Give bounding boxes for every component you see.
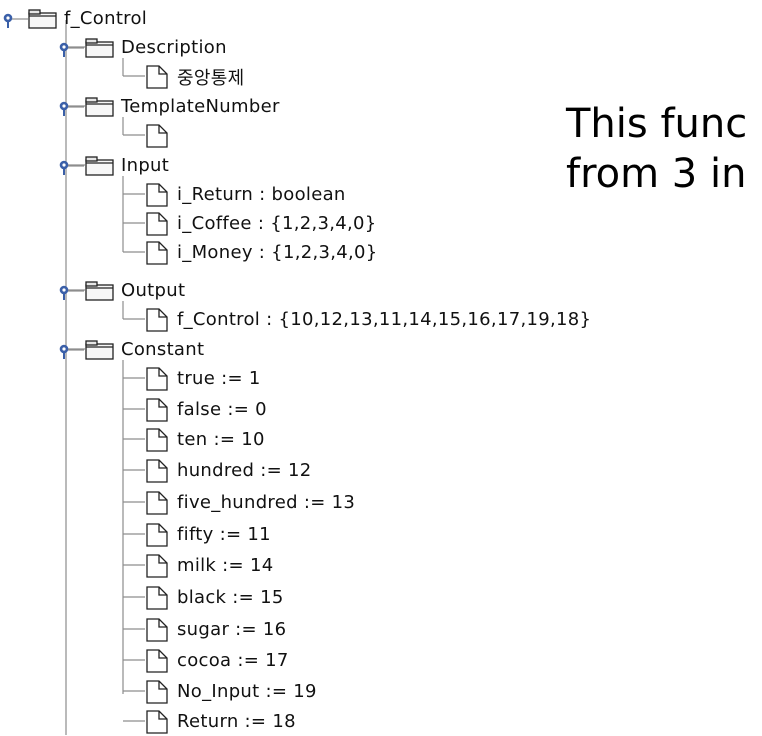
key-handle-icon	[59, 344, 84, 359]
tree-leaf-description-value[interactable]: 중앙통제	[146, 62, 244, 91]
tree-node-label: Description	[121, 37, 227, 58]
tree-leaf-input-item[interactable]: i_Return : boolean	[146, 180, 346, 209]
input-expand-handle[interactable]	[58, 159, 84, 175]
file-icon	[146, 522, 168, 547]
tree-node-templatenumber[interactable]: TemplateNumber	[85, 92, 280, 121]
tree-node-label: Input	[121, 155, 170, 176]
tree-leaf-constant-item[interactable]: false := 0	[146, 395, 267, 424]
tree-leaf-label: black := 15	[177, 587, 284, 608]
tree-leaf-output-item[interactable]: f_Control : {10,12,13,11,14,15,16,17,19,…	[146, 305, 591, 334]
file-icon	[146, 458, 168, 483]
file-icon	[146, 709, 168, 734]
folder-icon	[85, 37, 114, 58]
tree-leaf-constant-item[interactable]: No_Input := 19	[146, 677, 317, 706]
key-handle-icon	[3, 13, 28, 28]
tree-leaf-label: i_Coffee : {1,2,3,4,0}	[177, 213, 377, 234]
tree-leaf-templatenumber-value[interactable]	[146, 121, 177, 150]
tree-leaf-label: hundred := 12	[177, 460, 312, 481]
templatenumber-expand-handle[interactable]	[58, 100, 84, 116]
tree-leaf-label: f_Control : {10,12,13,11,14,15,16,17,19,…	[177, 309, 592, 330]
tree-leaf-label: i_Return : boolean	[177, 184, 346, 205]
tree-leaf-constant-item[interactable]: five_hundred := 13	[146, 488, 355, 517]
tree-node-root[interactable]: f_Control	[28, 4, 147, 33]
overlay-line-1: This func	[566, 101, 748, 147]
folder-icon	[85, 155, 114, 176]
folder-icon	[85, 339, 114, 360]
tree-node-label: Output	[121, 280, 186, 301]
tree-leaf-label: sugar := 16	[177, 619, 287, 640]
file-icon	[146, 366, 168, 391]
tree-leaf-constant-item[interactable]: milk := 14	[146, 551, 273, 580]
file-icon	[146, 679, 168, 704]
tree-leaf-constant-item[interactable]: Return := 18	[146, 707, 296, 736]
file-icon	[146, 490, 168, 515]
file-icon	[146, 123, 168, 148]
folder-icon	[28, 8, 57, 29]
overlay-description-text: This func from 3 in	[566, 99, 747, 199]
file-icon	[146, 182, 168, 207]
tree-node-description[interactable]: Description	[85, 33, 227, 62]
tree-leaf-label: ten := 10	[177, 429, 265, 450]
tree-leaf-constant-item[interactable]: black := 15	[146, 583, 284, 612]
tree-leaf-constant-item[interactable]: cocoa := 17	[146, 646, 289, 675]
file-icon	[146, 585, 168, 610]
tree-leaf-label: milk := 14	[177, 555, 274, 576]
folder-icon	[85, 96, 114, 117]
tree-leaf-constant-item[interactable]: hundred := 12	[146, 456, 312, 485]
tree-leaf-constant-item[interactable]: fifty := 11	[146, 520, 271, 549]
tree-leaf-input-item[interactable]: i_Money : {1,2,3,4,0}	[146, 238, 378, 267]
key-handle-icon	[59, 285, 84, 300]
file-icon	[146, 427, 168, 452]
tree-leaf-label: cocoa := 17	[177, 650, 289, 671]
tree-leaf-label: five_hundred := 13	[177, 492, 356, 513]
file-icon	[146, 307, 168, 332]
file-icon	[146, 648, 168, 673]
key-handle-icon	[59, 160, 84, 175]
tree-leaf-label: i_Money : {1,2,3,4,0}	[177, 242, 378, 263]
folder-icon	[85, 280, 114, 301]
file-icon	[146, 617, 168, 642]
tree-node-output[interactable]: Output	[85, 276, 185, 305]
tree-leaf-label: Return := 18	[177, 711, 296, 732]
tree-node-label: Constant	[121, 339, 205, 360]
tree-node-label: f_Control	[64, 8, 148, 29]
file-icon	[146, 64, 168, 89]
key-handle-icon	[59, 101, 84, 116]
file-icon	[146, 397, 168, 422]
tree-node-input[interactable]: Input	[85, 151, 169, 180]
key-handle-icon	[59, 42, 84, 57]
output-expand-handle[interactable]	[58, 284, 84, 300]
tree-leaf-constant-item[interactable]: sugar := 16	[146, 615, 286, 644]
tree-leaf-label: fifty := 11	[177, 524, 271, 545]
root-expand-handle[interactable]	[2, 12, 28, 28]
file-icon	[146, 211, 168, 236]
tree-leaf-label: No_Input := 19	[177, 681, 317, 702]
overlay-line-2: from 3 in	[566, 151, 747, 197]
tree-node-constant[interactable]: Constant	[85, 335, 204, 364]
tree-leaf-label: 중앙통제	[177, 67, 245, 89]
tree-leaf-label: false := 0	[177, 399, 267, 420]
file-icon	[146, 553, 168, 578]
tree-leaf-input-item[interactable]: i_Coffee : {1,2,3,4,0}	[146, 209, 377, 238]
tree-leaf-label: true := 1	[177, 368, 261, 389]
tree-node-label: TemplateNumber	[121, 96, 280, 117]
tree-leaf-constant-item[interactable]: true := 1	[146, 364, 261, 393]
file-icon	[146, 240, 168, 265]
description-expand-handle[interactable]	[58, 41, 84, 57]
tree-leaf-constant-item[interactable]: ten := 10	[146, 425, 265, 454]
constant-expand-handle[interactable]	[58, 343, 84, 359]
